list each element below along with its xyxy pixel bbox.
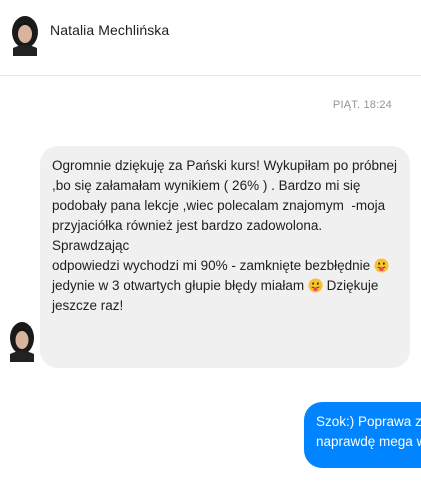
- contact-avatar-icon[interactable]: [10, 14, 40, 56]
- message-line: podobały pana lekcje ,wiec polecalam zna…: [52, 198, 386, 213]
- incoming-message-text: Ogromnie dziękuję za Pański kurs! Wykupi…: [52, 156, 402, 316]
- sender-avatar-icon[interactable]: [8, 320, 36, 362]
- message-line: jedynie w 3 otwartych głupie błędy miała…: [52, 278, 308, 293]
- message-line: odpowiedzi wychodzi mi 90% - zamknięte b…: [52, 258, 374, 273]
- message-line: naprawdę mega w: [316, 434, 421, 449]
- message-line: ,bo się załamałam wynikiem ( 26% ) . Bar…: [52, 178, 361, 193]
- tongue-out-emoji-icon: [374, 258, 389, 273]
- conversation-header: Natalia Mechlińska: [0, 0, 421, 76]
- message-timestamp: PIĄT. 18:24: [332, 99, 392, 111]
- message-line: jeszcze raz!: [52, 298, 124, 313]
- incoming-message-bubble[interactable]: Ogromnie dziękuję za Pański kurs! Wykupi…: [40, 146, 410, 368]
- message-line: Szok:) Poprawa z: [316, 414, 421, 429]
- message-line: Dziękuje: [322, 278, 379, 293]
- message-line: Ogromnie dziękuję za Pański kurs! Wykupi…: [52, 158, 398, 173]
- messenger-conversation: Natalia Mechlińska PIĄT. 18:24 Ogromnie …: [0, 0, 421, 488]
- outgoing-message-text: Szok:) Poprawa z naprawdę mega w: [316, 412, 421, 452]
- message-line: przyjaciółka również jest bardzo zadowol…: [52, 218, 326, 253]
- contact-name[interactable]: Natalia Mechlińska: [50, 22, 169, 38]
- tongue-out-emoji-icon: [308, 278, 323, 293]
- outgoing-message-bubble[interactable]: Szok:) Poprawa z naprawdę mega w: [304, 402, 421, 468]
